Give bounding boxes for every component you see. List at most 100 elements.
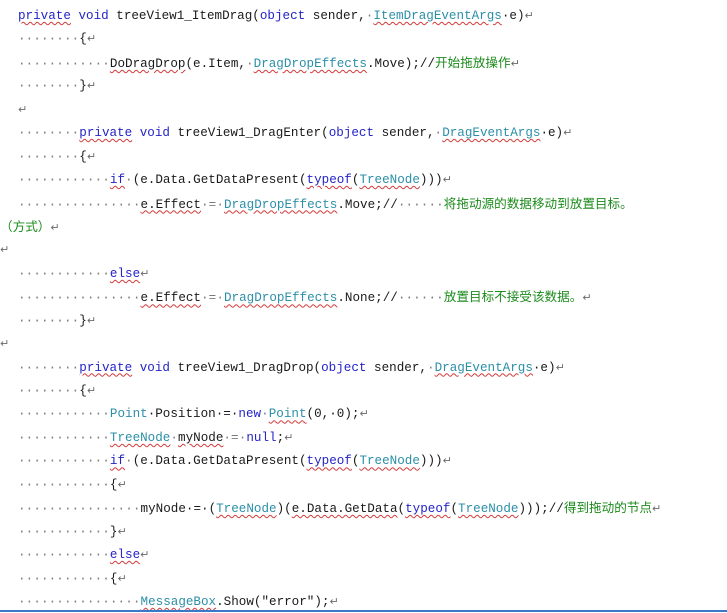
code-comment: 得到拖动的节点 <box>563 500 652 516</box>
code-type-name: DragDropEffects <box>253 56 367 71</box>
code-keyword: object <box>328 126 375 141</box>
code-keyword: void <box>78 9 109 23</box>
paragraph-mark-icon: ↵ <box>117 477 127 491</box>
paragraph-mark-icon: ↵ <box>442 454 452 468</box>
whitespace-dots: ············ <box>18 454 110 469</box>
whitespace-dots: ················ <box>18 291 141 306</box>
code-comment: （方式） <box>0 218 51 234</box>
code-keyword: else <box>109 548 141 563</box>
code-type-name: TreeNode <box>458 502 519 517</box>
code-line-open-brace-3: ········{↵ <box>18 379 727 402</box>
code-token: sender, <box>374 126 435 141</box>
code-token: (0,·0); <box>306 407 360 422</box>
code-keyword: void <box>139 360 170 375</box>
code-token: (e.Data.GetDataPresent( <box>132 454 307 469</box>
whitespace-dots: · <box>170 430 179 445</box>
whitespace-dots: ········ <box>18 360 80 375</box>
whitespace-dots: ················ <box>18 594 141 609</box>
code-token: ·e) <box>540 126 564 141</box>
paragraph-mark-icon: ↵ <box>117 524 127 538</box>
code-line-close-brace-1: ········}↵ <box>18 74 727 97</box>
code-type-name: Point <box>109 407 148 422</box>
code-line-else-1: ············else↵ <box>18 262 727 285</box>
whitespace-dots: · <box>125 173 133 188</box>
code-token: (e.Item, <box>185 56 246 71</box>
code-line-dragdrop-signature: ········private void treeView1_DragDrop(… <box>18 356 727 379</box>
whitespace-dots: ······ <box>397 291 444 306</box>
code-keyword: object <box>259 9 306 23</box>
paragraph-mark-icon: ↵ <box>652 502 662 516</box>
code-line-effect-none: ················e.Effect·=·DragDropEffec… <box>18 285 727 308</box>
whitespace-dots: ······ <box>397 197 444 212</box>
code-token: ))) <box>419 454 443 469</box>
code-line-open-brace-5: ············{↵ <box>18 567 727 590</box>
code-token: ·e) <box>532 360 556 375</box>
code-keyword: private <box>79 360 133 375</box>
code-type-name: TreeNode <box>359 173 420 188</box>
code-token: treeView1_DragDrop( <box>169 360 322 375</box>
paragraph-mark-icon: ↵ <box>18 102 28 116</box>
code-keyword: typeof <box>306 454 352 469</box>
code-token: .Move;// <box>337 197 398 212</box>
whitespace-dots: · <box>245 56 254 71</box>
code-keyword: private <box>18 9 71 23</box>
code-token: e.Effect <box>140 197 201 212</box>
whitespace-dots: ············ <box>18 173 110 188</box>
code-token: )( <box>276 502 292 517</box>
code-line-close-brace-4: ············}↵ <box>18 520 727 543</box>
code-token: treeView1_ItemDrag( <box>108 9 260 23</box>
code-line-if-getdatapresent-2: ············if·(e.Data.GetDataPresent(ty… <box>18 449 727 472</box>
code-token: ( <box>450 502 459 517</box>
code-token: ·=·( <box>185 502 217 517</box>
code-line-dodragdrop-call: ············DoDragDrop(e.Item,·DragDropE… <box>18 51 727 74</box>
paragraph-mark-icon: ↵ <box>524 9 534 22</box>
code-token: .Move);// <box>366 56 436 71</box>
code-keyword: else <box>109 266 141 281</box>
whitespace-dots: ············ <box>18 524 110 539</box>
code-document: private void treeView1_ItemDrag(object s… <box>0 0 727 612</box>
code-line-open-brace-1: ········{↵ <box>18 27 727 50</box>
code-line-effect-move-wrap: （方式）↵ <box>0 215 727 238</box>
code-keyword: object <box>321 360 367 375</box>
whitespace-dots: ·=· <box>223 430 247 445</box>
paragraph-mark-icon: ↵ <box>50 220 60 234</box>
code-type-name: DragEventArgs <box>434 360 533 375</box>
code-comment: 放置目标不接受该数据。 <box>443 289 583 305</box>
code-comment: 将拖动源的数据移动到放置目标。 <box>443 195 633 211</box>
code-token: { <box>79 149 87 164</box>
code-line-if-getdatapresent-1: ············if·(e.Data.GetDataPresent(ty… <box>18 168 727 191</box>
code-type-name: TreeNode <box>109 430 171 445</box>
code-line-open-brace-4: ············{↵ <box>18 473 727 496</box>
whitespace-dots: ············ <box>18 430 110 445</box>
code-line-point-position: ············Point·Position·=·new·Point(0… <box>18 402 727 425</box>
whitespace-dots: ················ <box>18 197 141 212</box>
paragraph-mark-icon: ↵ <box>86 149 97 163</box>
code-line-mynode-assign: ················myNode·=·(TreeNode)(e.Da… <box>18 496 727 519</box>
code-token: } <box>79 313 87 328</box>
code-line-blank-1: ↵ <box>18 98 727 121</box>
whitespace-dots: ·=· <box>201 197 224 212</box>
paragraph-mark-icon: ↵ <box>140 548 150 562</box>
whitespace-dots: · <box>426 360 435 375</box>
paragraph-mark-icon: ↵ <box>86 79 97 93</box>
code-line-treenode-mynode: ············TreeNode·myNode·=·null;↵ <box>18 426 727 449</box>
whitespace-dots: ········ <box>18 32 80 47</box>
code-line-effect-move: ················e.Effect·=·DragDropEffec… <box>18 192 727 215</box>
code-type-name: TreeNode <box>359 454 420 469</box>
paragraph-mark-icon: ↵ <box>284 430 294 444</box>
code-token: myNode <box>178 430 224 445</box>
code-token: .Show("error"); <box>216 594 330 609</box>
paragraph-mark-icon: ↵ <box>582 291 592 305</box>
paragraph-mark-icon: ↵ <box>555 360 565 374</box>
code-comment: 开始拖放操作 <box>435 54 511 70</box>
code-keyword: private <box>79 126 133 141</box>
paragraph-mark-icon: ↵ <box>329 594 339 608</box>
code-token: )));// <box>518 502 564 517</box>
whitespace-dots: · <box>261 407 269 422</box>
code-keyword: typeof <box>405 502 451 517</box>
code-keyword: null <box>246 430 277 445</box>
code-keyword: if <box>109 173 126 188</box>
code-type-name: DragDropEffects <box>223 197 338 212</box>
code-token: myNode <box>140 502 186 517</box>
